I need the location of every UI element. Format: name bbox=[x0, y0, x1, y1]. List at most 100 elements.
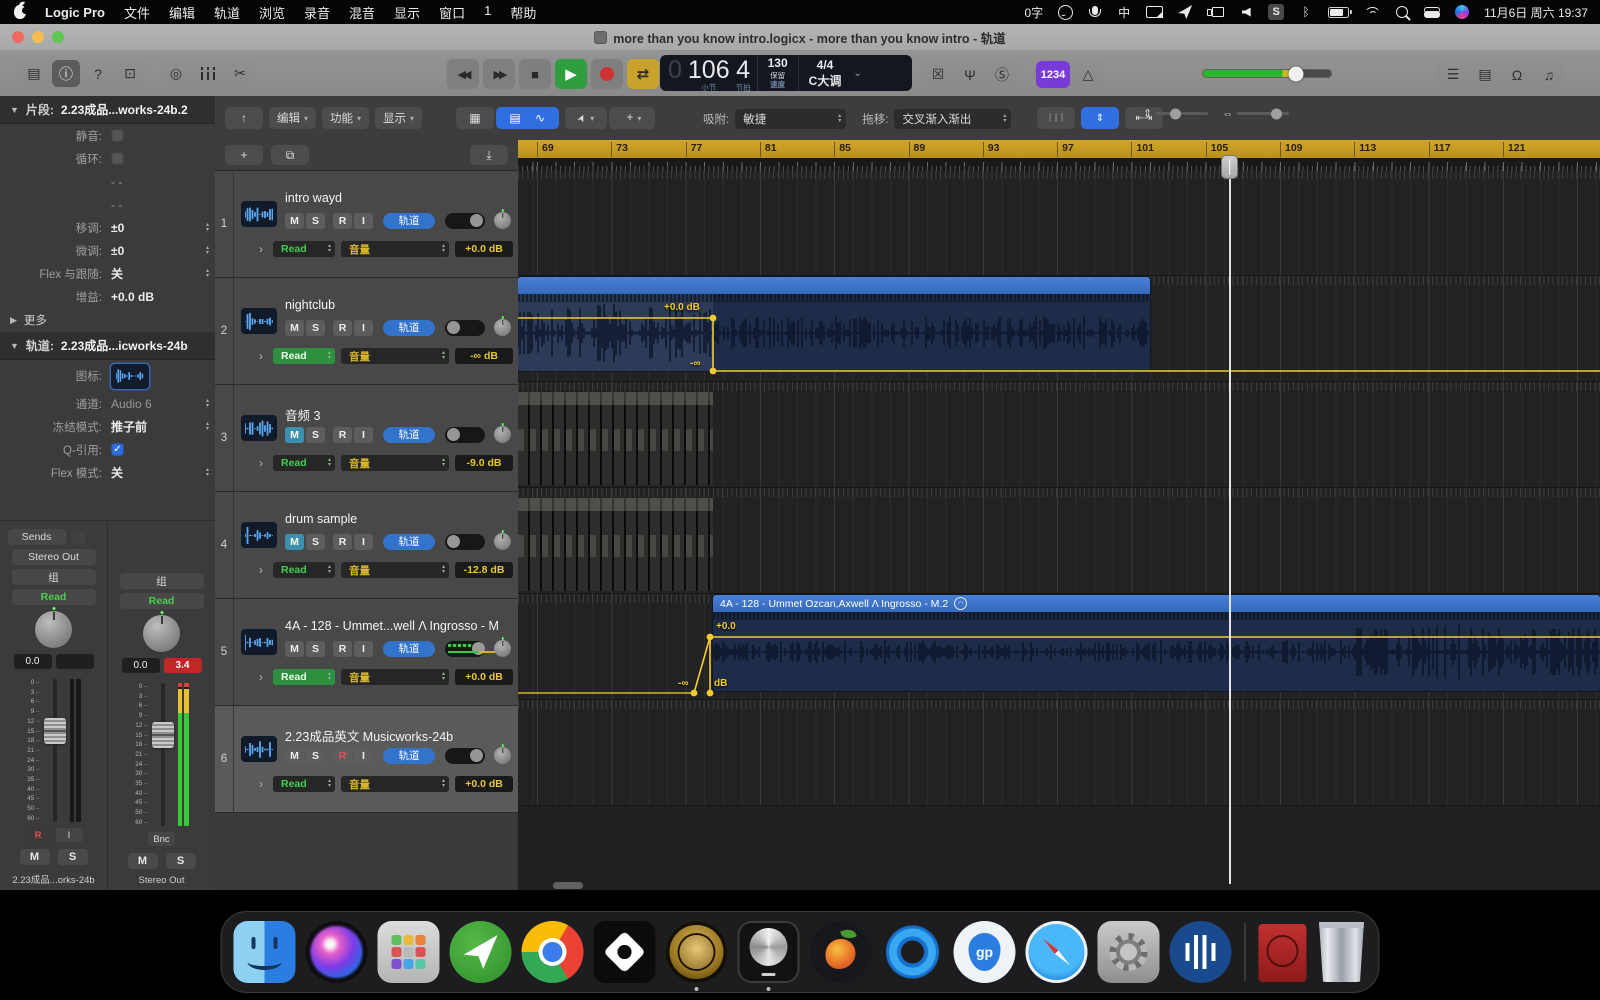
audio-region-drums[interactable] bbox=[518, 392, 713, 485]
solo-button[interactable]: S bbox=[306, 534, 325, 550]
record-enable-button[interactable]: R bbox=[25, 828, 52, 842]
menu-item[interactable]: 混音 bbox=[349, 3, 375, 22]
lcd-signature[interactable]: 4/4 C大调 bbox=[799, 55, 852, 91]
automation-value[interactable]: +0.0 dB bbox=[455, 241, 513, 257]
stepper-arrows[interactable]: ▴▾ bbox=[206, 269, 209, 279]
automation-value[interactable]: -∞ dB bbox=[455, 348, 513, 364]
parameter-value[interactable]: 关 bbox=[111, 265, 123, 282]
pan-knob[interactable] bbox=[143, 615, 180, 652]
fader-cap[interactable] bbox=[44, 718, 66, 744]
automation-mode-menu[interactable]: Read▴▾ bbox=[273, 776, 335, 792]
mute-button[interactable]: M bbox=[285, 641, 304, 657]
pan-knob[interactable] bbox=[35, 611, 72, 648]
menu-item[interactable]: 轨道 bbox=[214, 3, 240, 22]
menu-item[interactable]: 帮助 bbox=[510, 3, 536, 22]
solo-button[interactable]: S bbox=[306, 748, 325, 764]
track-number[interactable]: 5 bbox=[215, 599, 234, 705]
audio-region-4a-128[interactable]: 4A - 128 - Ummet Ozcan,Axwell Λ Ingrosso… bbox=[713, 595, 1600, 691]
apple-menu-icon[interactable] bbox=[14, 5, 26, 19]
solo-button[interactable]: S bbox=[306, 320, 325, 336]
record-enable-button[interactable]: R bbox=[333, 534, 352, 550]
mute-button[interactable]: M bbox=[128, 853, 158, 869]
dock-launchpad[interactable] bbox=[378, 921, 440, 983]
stop-button[interactable]: ■ bbox=[519, 59, 551, 89]
disclosure-icon[interactable]: › bbox=[259, 563, 263, 577]
media-browser-button[interactable]: ♫ bbox=[1535, 61, 1563, 88]
input-monitor-button[interactable]: I bbox=[354, 534, 373, 550]
track-header[interactable]: 6 2.23成品英文 Musicworks-24b M S R I 轨道 › R… bbox=[215, 706, 518, 813]
pan-knob[interactable] bbox=[494, 319, 511, 336]
audio-region-drums[interactable] bbox=[518, 498, 713, 591]
clip-value[interactable] bbox=[56, 654, 94, 669]
duplicate-track-button[interactable]: ⧉ bbox=[271, 145, 309, 165]
menu-item[interactable]: 录音 bbox=[304, 3, 330, 22]
parameter-value[interactable]: 关 bbox=[111, 464, 123, 481]
record-button[interactable] bbox=[591, 59, 623, 89]
input-monitor-button[interactable]: I bbox=[354, 748, 373, 764]
record-enable-button[interactable]: R bbox=[333, 748, 352, 764]
pan-knob[interactable] bbox=[494, 640, 511, 657]
automation-target-button[interactable]: 轨道 bbox=[383, 320, 435, 336]
mute-button[interactable]: M bbox=[285, 427, 304, 443]
grid-view-button[interactable]: ▦ bbox=[456, 107, 494, 129]
record-enable-button[interactable]: R bbox=[333, 213, 352, 229]
forward-button[interactable]: ▶▶ bbox=[483, 59, 515, 89]
track-sort-button[interactable]: ⤓ bbox=[470, 145, 508, 165]
automation-parameter-menu[interactable]: 音量▴▾ bbox=[341, 455, 449, 471]
disclosure-icon[interactable]: › bbox=[259, 349, 263, 363]
character-count-status-icon[interactable]: 0字 bbox=[1024, 0, 1043, 24]
close-window-button[interactable] bbox=[12, 31, 24, 43]
input-monitor-button[interactable]: I bbox=[354, 213, 373, 229]
mute-button[interactable]: M bbox=[285, 213, 304, 229]
stepper-arrows[interactable]: ▴▾ bbox=[206, 422, 209, 432]
lcd-chevron-icon[interactable]: ⌄ bbox=[851, 55, 868, 91]
track-inspector-header[interactable]: ▼ 轨道: 2.23成品...icworks-24b bbox=[0, 332, 215, 360]
checkbox[interactable] bbox=[111, 129, 124, 142]
menubar-clock[interactable]: 11月6日 周六 19:37 bbox=[1484, 4, 1588, 21]
disclosure-icon[interactable]: › bbox=[259, 777, 263, 791]
output-button[interactable]: Stereo Out bbox=[12, 549, 96, 565]
fader-cap[interactable] bbox=[152, 722, 174, 748]
tuner-button[interactable]: Ψ bbox=[956, 61, 984, 88]
track-header[interactable]: 3 音频 3 M S R I 轨道 › Read▴▾ 音量▴▾ -9.0 dB bbox=[215, 385, 518, 492]
automation-target-button[interactable]: 轨道 bbox=[383, 427, 435, 443]
count-in-button[interactable]: 1234 bbox=[1036, 61, 1070, 88]
menu-item[interactable]: 窗口 bbox=[439, 3, 465, 22]
mute-button[interactable]: M bbox=[285, 534, 304, 550]
vertical-auto-zoom-button[interactable]: ⇕ bbox=[1081, 107, 1119, 129]
editors-button[interactable]: ✂ bbox=[226, 60, 254, 87]
checkbox[interactable]: ✓ bbox=[111, 443, 124, 456]
smart-controls-button[interactable]: ◎ bbox=[162, 60, 190, 87]
track-header[interactable]: 2 nightclub M S R I 轨道 › Read▴▾ 音量▴▾ -∞ … bbox=[215, 278, 518, 385]
waveform-zoom-button[interactable]: ᛁᛁᛁ bbox=[1037, 107, 1075, 129]
parameter-value[interactable]: +0.0 dB bbox=[111, 290, 154, 304]
track-number[interactable]: 1 bbox=[215, 171, 234, 277]
automation-mode-menu[interactable]: Read▴▾ bbox=[273, 562, 335, 578]
sound-muted-status-icon[interactable] bbox=[1239, 0, 1253, 24]
track-menu-显示[interactable]: 显示▾ bbox=[375, 107, 422, 129]
library-button[interactable]: ▤ bbox=[20, 60, 48, 87]
wifi-status-icon[interactable] bbox=[1364, 0, 1380, 24]
dock-guitar-pro[interactable]: gp bbox=[954, 921, 1016, 983]
automation-parameter-menu[interactable]: 音量▴▾ bbox=[341, 562, 449, 578]
input-face-status-icon[interactable] bbox=[1058, 0, 1073, 24]
record-enable-button[interactable]: R bbox=[333, 641, 352, 657]
solo-button[interactable]: S bbox=[166, 853, 196, 869]
dock-diamond-app[interactable] bbox=[594, 921, 656, 983]
automation-value[interactable]: +0.0 dB bbox=[455, 669, 513, 685]
track-header[interactable]: 1 intro wayd M S R I 轨道 › Read▴▾ 音量▴▾ +0… bbox=[215, 171, 518, 278]
control-center-status-icon[interactable] bbox=[1424, 0, 1440, 24]
input-monitor-button[interactable]: I bbox=[354, 641, 373, 657]
send-knob[interactable] bbox=[71, 530, 86, 545]
input-method-status-icon[interactable]: 中 bbox=[1117, 0, 1131, 24]
automation-mode-menu[interactable]: Read▴▾ bbox=[273, 348, 335, 364]
toolbar-button[interactable]: ⊡ bbox=[116, 60, 144, 87]
menu-item[interactable]: 浏览 bbox=[259, 3, 285, 22]
menu-item[interactable]: 文件 bbox=[124, 3, 150, 22]
automation-parameter-menu[interactable]: 音量▴▾ bbox=[341, 348, 449, 364]
dock-system-settings[interactable] bbox=[1098, 921, 1160, 983]
checkbox[interactable] bbox=[111, 152, 124, 165]
pan-knob[interactable] bbox=[494, 426, 511, 443]
horizontal-scrollbar-thumb[interactable] bbox=[553, 882, 583, 889]
parameter-value[interactable]: 推子前 bbox=[111, 418, 147, 435]
